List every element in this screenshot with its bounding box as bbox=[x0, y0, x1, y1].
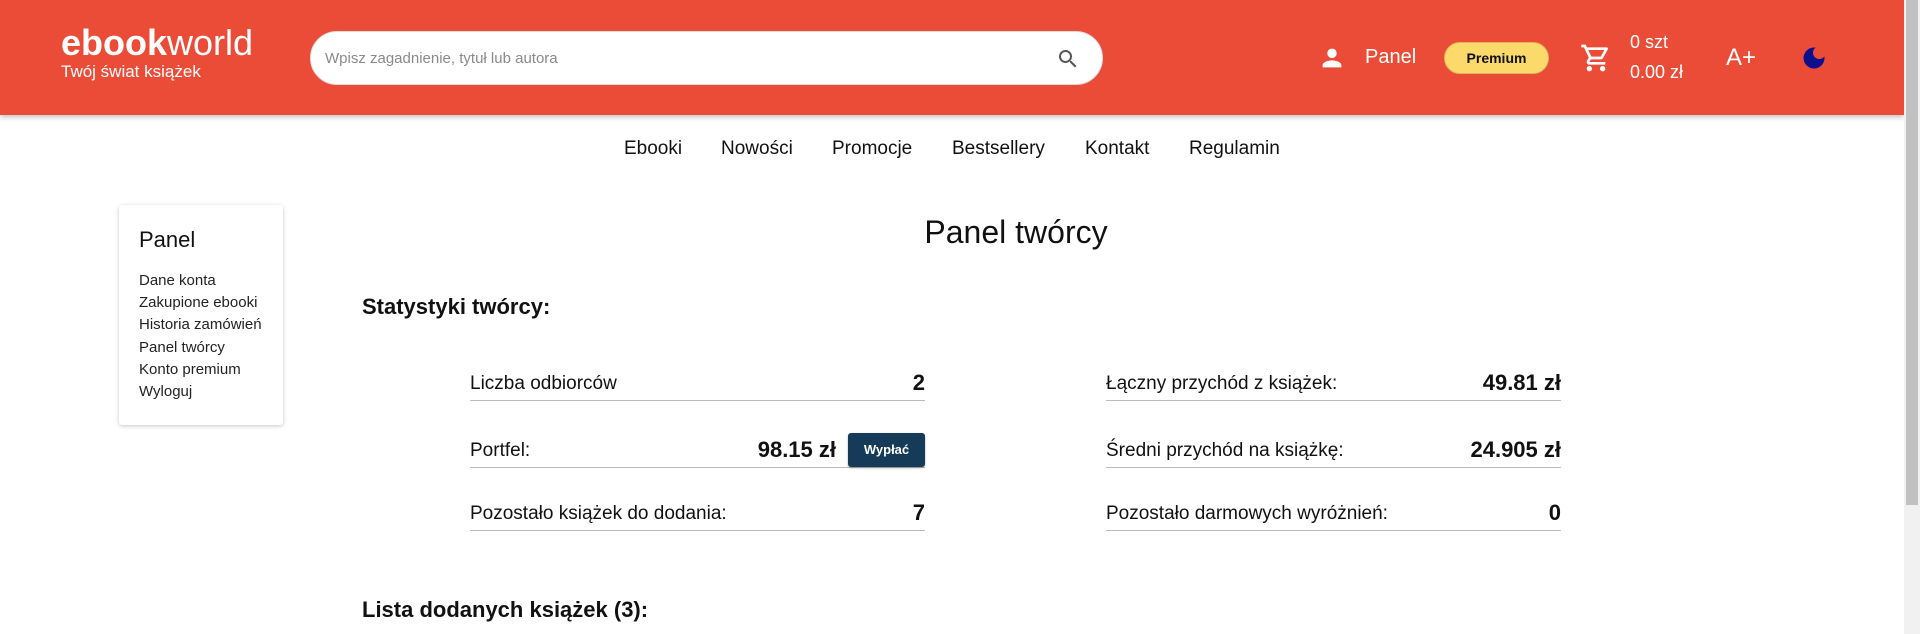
nav-regulamin[interactable]: Regulamin bbox=[1189, 138, 1280, 160]
search-input[interactable] bbox=[325, 32, 1025, 84]
scrollbar-thumb[interactable] bbox=[1906, 0, 1918, 505]
sidebar-item-zakupione-ebooki[interactable]: Zakupione ebooki bbox=[139, 294, 257, 311]
stat-value: 24.905 zł bbox=[1470, 437, 1561, 462]
stat-label: Pozostało książek do dodania: bbox=[470, 503, 727, 524]
stat-value: 2 bbox=[912, 370, 925, 395]
stats-heading: Statystyki twórcy: bbox=[362, 294, 551, 319]
logo-tagline: Twój świat książek bbox=[61, 62, 201, 81]
stat-value: 49.81 zł bbox=[1482, 370, 1561, 395]
page-title: Panel twórcy bbox=[924, 214, 1108, 250]
moon-icon[interactable] bbox=[1800, 44, 1828, 72]
stat-row-books-left: Pozostało książek do dodania: 7 bbox=[470, 491, 925, 531]
stat-label: Pozostało darmowych wyróżnień: bbox=[1106, 503, 1388, 524]
books-list-heading: Lista dodanych książek (3): bbox=[362, 597, 649, 622]
cart-total: 0.00 zł bbox=[1630, 62, 1684, 82]
search-bar bbox=[310, 31, 1103, 85]
sidebar-item-historia-zamowien[interactable]: Historia zamówień bbox=[139, 316, 262, 333]
stat-row-avg-revenue: Średni przychód na książkę: 24.905 zł bbox=[1106, 428, 1561, 468]
stat-value: 7 bbox=[912, 500, 925, 525]
logo-text: ebookworld bbox=[61, 22, 254, 63]
logo[interactable]: ebookworld Twój świat książek bbox=[61, 24, 253, 82]
panel-link[interactable]: Panel bbox=[1365, 46, 1416, 69]
stat-label: Portfel: bbox=[470, 440, 531, 461]
nav-kontakt[interactable]: Kontakt bbox=[1085, 138, 1149, 160]
cart-count: 0 szt bbox=[1630, 32, 1669, 52]
nav-nowosci[interactable]: Nowości bbox=[721, 138, 793, 160]
sidebar-item-wyloguj[interactable]: Wyloguj bbox=[139, 383, 192, 400]
search-icon[interactable] bbox=[1056, 47, 1080, 71]
stat-label: Średni przychód na książkę: bbox=[1106, 440, 1344, 461]
stat-label: Łączny przychód z książek: bbox=[1106, 373, 1338, 394]
stat-value: 0 bbox=[1548, 500, 1561, 525]
sidebar-item-konto-premium[interactable]: Konto premium bbox=[139, 361, 241, 378]
payout-button[interactable]: Wypłać bbox=[848, 433, 925, 467]
user-icon[interactable] bbox=[1318, 44, 1346, 72]
nav-ebooki[interactable]: Ebooki bbox=[624, 138, 682, 160]
main-nav: Ebooki Nowości Promocje Bestsellery Kont… bbox=[0, 138, 1904, 162]
stat-row-free-highlights: Pozostało darmowych wyróżnień: 0 bbox=[1106, 491, 1561, 531]
sidebar-item-panel-tworcy[interactable]: Panel twórcy bbox=[139, 339, 225, 356]
stat-row-total-revenue: Łączny przychód z książek: 49.81 zł bbox=[1106, 361, 1561, 401]
premium-button[interactable]: Premium bbox=[1444, 42, 1549, 74]
font-size-button[interactable]: A+ bbox=[1726, 44, 1756, 72]
top-header: ebookworld Twój świat książek Panel Prem… bbox=[0, 0, 1904, 115]
nav-promocje[interactable]: Promocje bbox=[832, 138, 912, 160]
stat-label: Liczba odbiorców bbox=[470, 373, 617, 394]
cart-icon[interactable] bbox=[1580, 42, 1612, 74]
stat-value: 98.15 zł bbox=[757, 437, 836, 462]
stat-row-audience: Liczba odbiorców 2 bbox=[470, 361, 925, 401]
nav-bestsellery[interactable]: Bestsellery bbox=[952, 138, 1045, 160]
sidebar-item-dane-konta[interactable]: Dane konta bbox=[139, 272, 216, 289]
